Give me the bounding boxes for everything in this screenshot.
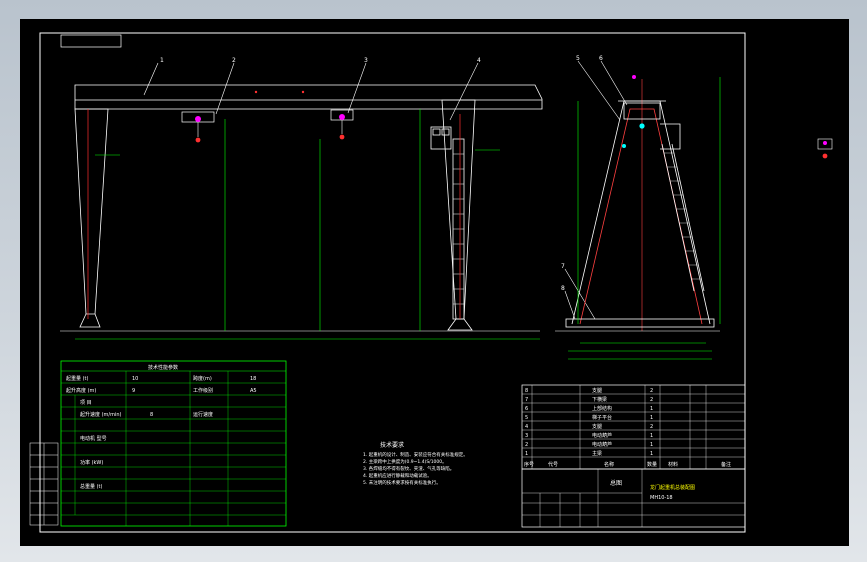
tech-req-line-1: 1. 起重机的设计、制造、安装应符合有关标准规定。: [363, 451, 468, 458]
title-block: 总图 龙门起重机总装配图 MH10-18: [521, 468, 746, 528]
params-cell-3-1: 8: [150, 412, 153, 418]
parts-header-name: 名称: [604, 461, 614, 468]
title-drawing-name: 总图: [610, 479, 622, 487]
params-cell-6-0: 总重量 (t): [80, 483, 103, 490]
code-box: [60, 34, 122, 48]
parts-row-6-no: 3: [525, 433, 528, 439]
title-product-name: 龙门起重机总装配图: [650, 484, 695, 491]
parts-row-7-qty: 1: [650, 442, 653, 448]
balloon-3: 3: [364, 57, 368, 64]
parts-header-no: 序号: [524, 461, 534, 468]
parts-row-6-name: 电动葫芦: [592, 432, 612, 439]
drawing-canvas: 1 2 3 4 5 6 7 8 技术性能参数 起重量 (t) 10 跨度(m) …: [29, 32, 833, 533]
cad-viewport[interactable]: 1 2 3 4 5 6 7 8 技术性能参数 起重量 (t) 10 跨度(m) …: [20, 19, 849, 546]
parts-row-5-qty: 2: [650, 424, 653, 430]
left-strip-table: [29, 442, 59, 526]
parts-row-8-name: 主梁: [592, 450, 602, 457]
parts-row-2-no: 7: [525, 397, 528, 403]
balloon-2: 2: [232, 57, 236, 64]
parts-row-1-name: 支腿: [592, 387, 602, 394]
params-cell-0-0: 起重量 (t): [66, 375, 89, 382]
tech-req-line-4: 4. 起重机应进行静载和动载试验。: [363, 472, 432, 479]
parts-row-2-name: 下横梁: [592, 396, 607, 403]
parts-row-4-no: 5: [525, 415, 528, 421]
parts-header-qty: 数量: [647, 461, 657, 468]
front-dimensions: [75, 109, 540, 340]
parts-header-remark: 备注: [721, 461, 731, 468]
parts-row-1-no: 8: [525, 388, 528, 394]
hoist-left: [181, 111, 215, 143]
front-elevation: [60, 84, 543, 332]
params-cell-0-3: 18: [250, 376, 256, 382]
params-cell-1-1: 9: [132, 388, 135, 394]
parts-row-3-no: 6: [525, 406, 528, 412]
tech-req-line-2: 2. 主梁跨中上拱度为(0.9~1.4)S/1000。: [363, 458, 447, 465]
balloon-8: 8: [561, 285, 565, 292]
parts-header-material: 材料: [668, 461, 678, 468]
parts-row-5-name: 支腿: [592, 423, 602, 430]
parts-row-3-name: 上部结构: [592, 405, 612, 412]
parts-row-4-name: 梯子平台: [592, 414, 612, 421]
params-table: 技术性能参数 起重量 (t) 10 跨度(m) 18 起升高度 (m) 9 工作…: [60, 360, 287, 527]
parts-row-7-no: 2: [525, 442, 528, 448]
balloon-4: 4: [477, 57, 481, 64]
parts-row-7-name: 电动葫芦: [592, 441, 612, 448]
params-cell-5-0: 功率 (kW): [80, 459, 103, 466]
params-cell-1-3: A5: [250, 388, 257, 394]
parts-list: 8 支腿 2 7 下横梁 2 6 上部结构 1 5 梯子平台 1 4 支腿 2 …: [521, 384, 746, 470]
detail-view: [817, 138, 833, 159]
balloon-1: 1: [160, 57, 164, 64]
params-cell-4-0: 电动机 型号: [80, 435, 107, 442]
params-cell-0-2: 跨度(m): [193, 375, 212, 382]
tech-requirements: 技术要求 1. 起重机的设计、制造、安装应符合有关标准规定。 2. 主梁跨中上拱…: [363, 441, 468, 486]
tech-req-line-3: 3. 各焊缝均不得有裂纹、夹渣、气孔等缺陷。: [363, 465, 454, 472]
title-drawing-no: MH10-18: [650, 495, 673, 501]
parts-header-code: 代号: [548, 461, 558, 468]
parts-row-2-qty: 2: [650, 397, 653, 403]
params-table-header: 技术性能参数: [148, 364, 178, 371]
params-cell-1-2: 工作级别: [193, 387, 213, 394]
parts-row-5-no: 4: [525, 424, 528, 430]
parts-row-6-qty: 1: [650, 433, 653, 439]
parts-row-8-qty: 1: [650, 451, 653, 457]
parts-row-8-no: 1: [525, 451, 528, 457]
params-cell-0-1: 10: [132, 376, 138, 382]
tech-req-title: 技术要求: [380, 441, 404, 449]
balloon-6: 6: [599, 55, 603, 62]
params-cell-3-0: 起升速度 (m/min): [80, 411, 122, 418]
tech-req-line-5: 5. 未注明的技术要求按有关标准执行。: [363, 479, 441, 486]
parts-row-1-qty: 2: [650, 388, 653, 394]
parts-row-4-qty: 1: [650, 415, 653, 421]
balloon-labels: 1 2 3 4 5 6 7 8: [160, 55, 603, 292]
params-cell-3-2: 运行速度: [193, 411, 213, 418]
hoist-right: [330, 109, 354, 140]
balloon-7: 7: [561, 263, 565, 270]
balloon-5: 5: [576, 55, 580, 62]
parts-row-3-qty: 1: [650, 406, 653, 412]
params-cell-1-0: 起升高度 (m): [66, 387, 96, 394]
params-cell-2-0: 项 目: [80, 400, 92, 406]
